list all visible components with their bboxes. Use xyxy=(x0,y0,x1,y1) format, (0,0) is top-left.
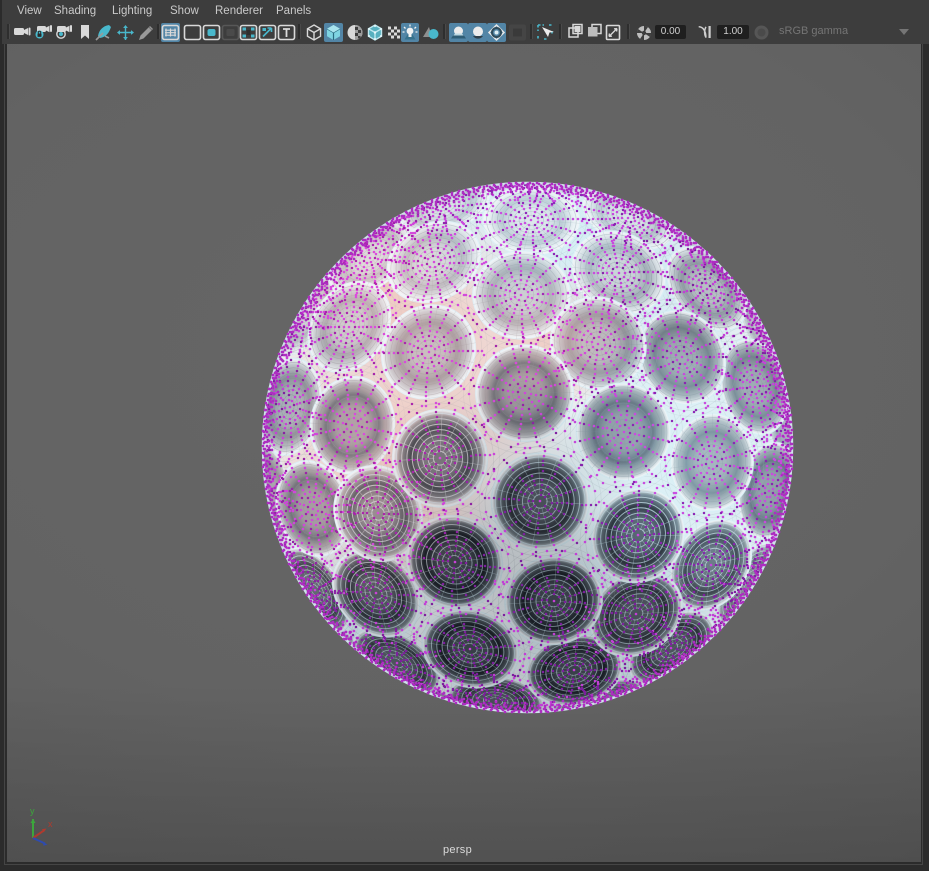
svg-text:x: x xyxy=(48,819,53,829)
svg-text:y: y xyxy=(30,806,35,816)
